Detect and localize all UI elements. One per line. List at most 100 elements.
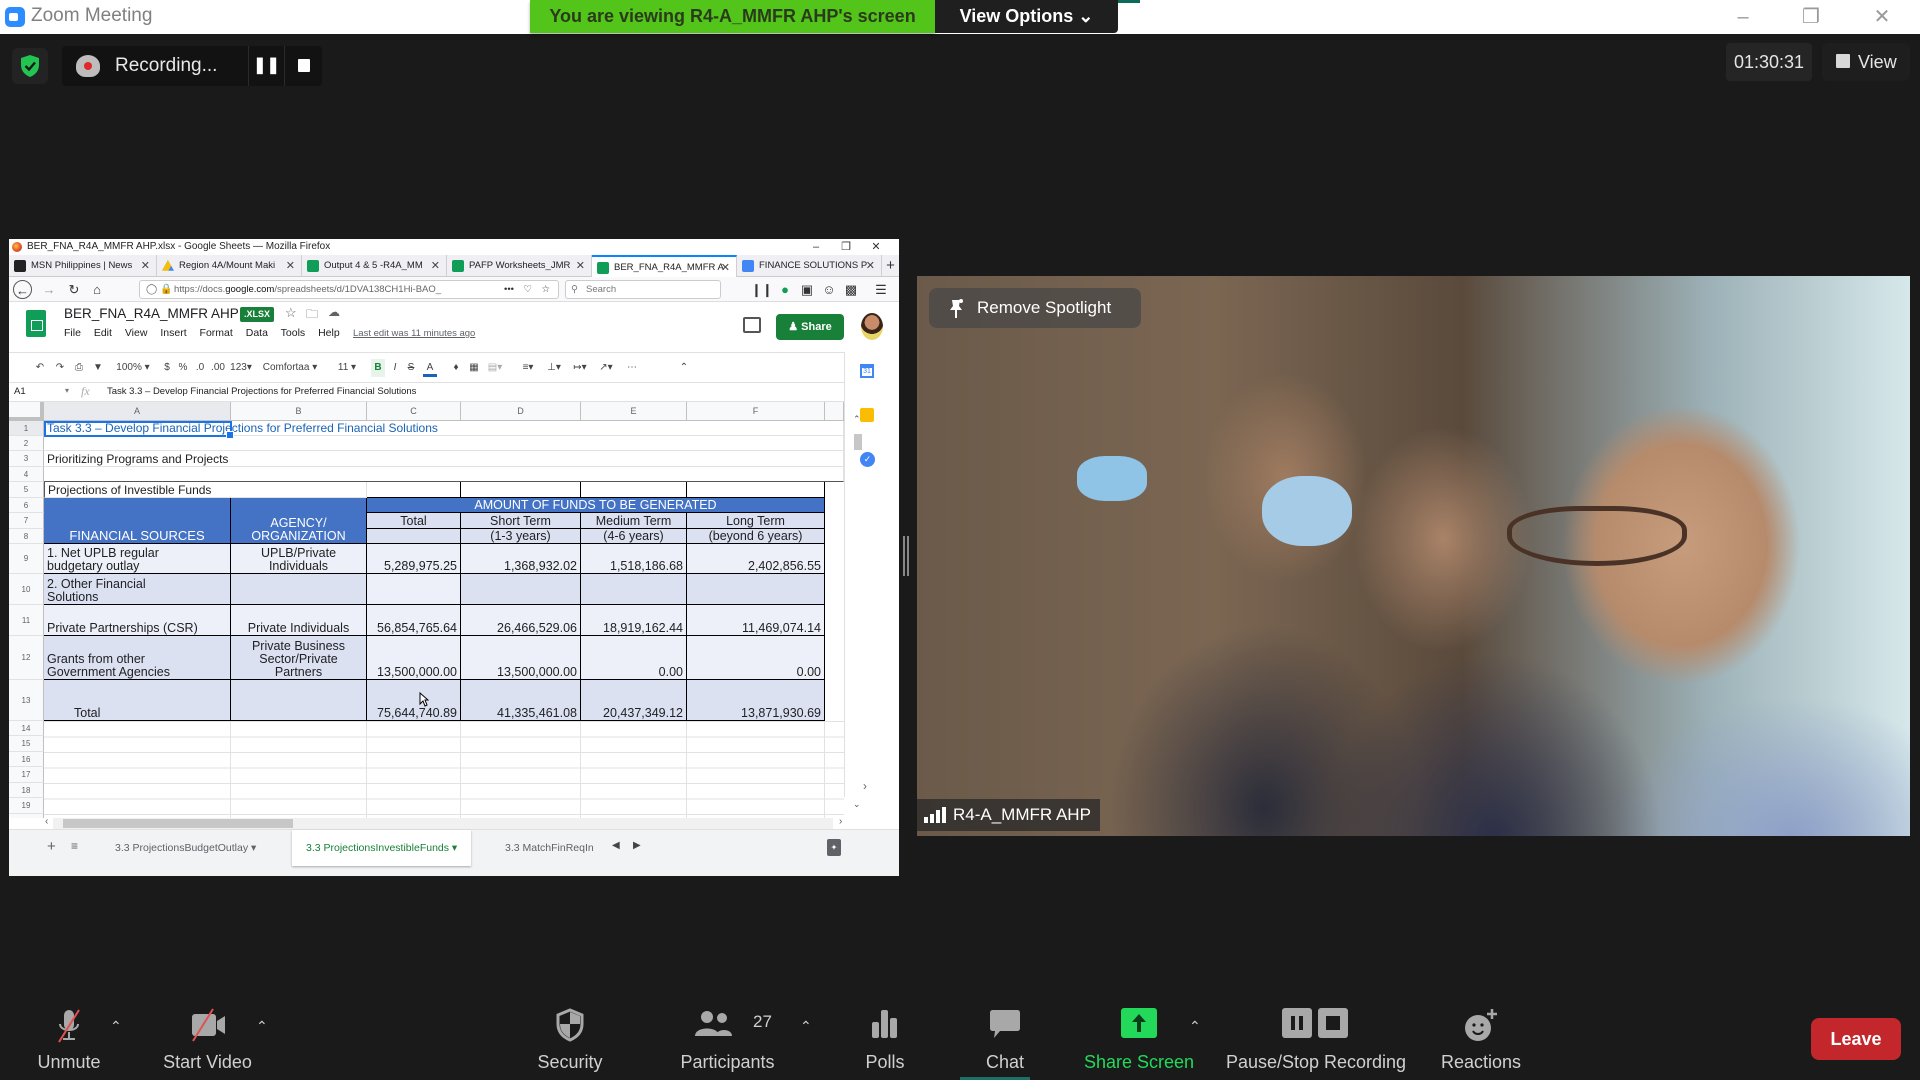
panel-resize-handle[interactable] (901, 536, 909, 576)
row-header[interactable]: 12 (9, 636, 44, 680)
comment-history-icon[interactable] (743, 317, 761, 333)
account-icon[interactable]: ☺ (819, 280, 839, 299)
minimize-button[interactable]: – (1723, 4, 1763, 30)
text-color-button[interactable]: A (423, 359, 437, 377)
screenshot-icon[interactable]: ▩ (841, 280, 861, 299)
table-row-agency[interactable]: Private Business Sector/Private Partners (231, 636, 367, 680)
hamburger-menu-icon[interactable]: ☰ (871, 280, 891, 299)
cell-row-2[interactable] (44, 436, 844, 451)
font-select[interactable]: Comfortaa ▾ (259, 359, 321, 377)
leave-meeting-button[interactable]: Leave (1811, 1018, 1901, 1060)
header-long-term[interactable]: Long Term (687, 513, 825, 529)
column-header-d[interactable]: D (461, 402, 581, 421)
more-options-icon[interactable]: ⋯ (625, 359, 639, 377)
column-header-a[interactable]: A (44, 402, 231, 421)
collapse-toolbar-icon[interactable]: ⌃ (677, 359, 691, 377)
extension-icon[interactable]: ● (775, 280, 795, 299)
total-row-total[interactable]: 75,644,740.89 (367, 680, 461, 721)
share-button[interactable]: ♟ Share (776, 314, 844, 340)
browser-tab[interactable]: PAFP Worksheets_JMR ✕ (447, 255, 592, 277)
row-header[interactable]: 8 (9, 529, 44, 544)
table-row-medium[interactable]: 0.00 (581, 636, 687, 680)
row-header[interactable]: 20 (9, 814, 44, 818)
table-row-agency[interactable]: UPLB/Private Individuals (231, 544, 367, 574)
row-header[interactable]: 2 (9, 436, 44, 451)
table-row-medium[interactable] (581, 574, 687, 605)
cell-c5[interactable] (367, 482, 461, 498)
add-sheet-button[interactable]: + (47, 838, 56, 855)
table-row-medium[interactable]: 18,919,162.44 (581, 605, 687, 636)
row-header[interactable]: 9 (9, 544, 44, 574)
sheet-tab[interactable]: 3.3 ProjectionsBudgetOutlay ▾ (101, 830, 270, 866)
bookmark-star-icon[interactable]: ☆ (541, 281, 550, 298)
home-button[interactable]: ⌂ (87, 280, 107, 299)
start-video-button[interactable]: Start Video (155, 990, 260, 1080)
show-side-panel-icon[interactable]: › (863, 779, 867, 793)
row-header[interactable]: 3 (9, 451, 44, 467)
row-header[interactable]: 11 (9, 605, 44, 636)
row-header[interactable]: 5 (9, 482, 44, 498)
pause-recording-button[interactable]: ❚❚ (248, 46, 284, 86)
table-row-source[interactable]: 2. Other Financial Solutions (44, 574, 231, 605)
row-header[interactable]: 13 (9, 680, 44, 721)
column-header-c[interactable]: C (367, 402, 461, 421)
menu-format[interactable]: Format (200, 327, 233, 339)
cell-a5[interactable]: Projections of Investible Funds (44, 482, 367, 498)
table-row-total[interactable]: 13,500,000.00 (367, 636, 461, 680)
table-row-source[interactable]: Grants from other Government Agencies (44, 636, 231, 680)
more-formats-select[interactable]: 123▾ (229, 359, 253, 377)
horizontal-scroll-thumb[interactable] (63, 819, 293, 828)
sheet-tab[interactable]: 3.3 MatchFinReqIn (491, 830, 611, 866)
empty-grid-area[interactable] (44, 721, 844, 818)
ff-restore-button[interactable]: ❐ (831, 239, 861, 255)
browser-tab[interactable]: Output 4 & 5 -R4A_MM ✕ (302, 255, 447, 277)
table-row-short[interactable]: 13,500,000.00 (461, 636, 581, 680)
move-folder-icon[interactable]: 🗀 (306, 305, 318, 326)
restore-button[interactable]: ❐ (1791, 4, 1831, 30)
formula-input[interactable]: Task 3.3 – Develop Financial Projections… (107, 386, 416, 397)
spreadsheet-grid[interactable]: A B C D E F 1 2 3 4 5 6 7 8 9 10 11 12 1… (9, 402, 844, 818)
table-row-medium[interactable]: 1,518,186.68 (581, 544, 687, 574)
keep-icon[interactable] (860, 408, 874, 422)
vertical-scroll-thumb[interactable] (854, 434, 862, 450)
name-box-dropdown-icon[interactable]: ▾ (65, 386, 69, 395)
view-layout-button[interactable]: View (1822, 43, 1910, 81)
column-header-g[interactable] (825, 402, 844, 421)
new-tab-button[interactable]: + (882, 255, 899, 277)
cell-a3[interactable]: Prioritizing Programs and Projects (44, 451, 844, 467)
scroll-right-icon[interactable]: › (839, 816, 842, 827)
column-header-e[interactable]: E (581, 402, 687, 421)
cell-row-4[interactable] (44, 467, 844, 482)
increase-decimal-icon[interactable]: .00 (210, 359, 226, 377)
view-options-button[interactable]: View Options ⌄ (935, 0, 1118, 33)
percent-format-icon[interactable]: % (177, 359, 189, 377)
table-row-short[interactable]: 26,466,529.06 (461, 605, 581, 636)
menu-insert[interactable]: Insert (160, 327, 186, 339)
header-total-sub[interactable] (367, 529, 461, 544)
header-medium-term-sub[interactable]: (4-6 years) (581, 529, 687, 544)
row-header[interactable]: 18 (9, 783, 44, 798)
browser-tab-active[interactable]: BER_FNA_R4A_MMFR A ✕ (592, 255, 737, 277)
redo-icon[interactable]: ↷ (53, 359, 67, 377)
ff-minimize-button[interactable]: – (801, 239, 831, 255)
explore-icon[interactable]: ✦ (827, 839, 841, 856)
vertical-align-icon[interactable]: ⊥▾ (543, 359, 565, 377)
row-header[interactable]: 16 (9, 752, 44, 767)
header-long-term-sub[interactable]: (beyond 6 years) (687, 529, 825, 544)
close-tab-icon[interactable]: ✕ (141, 255, 150, 277)
close-tab-icon[interactable]: ✕ (576, 255, 585, 277)
close-button[interactable]: ✕ (1862, 4, 1902, 30)
total-row-long[interactable]: 13,871,930.69 (687, 680, 825, 721)
calendar-icon[interactable]: 31 (860, 364, 874, 378)
close-tab-icon[interactable]: ✕ (431, 255, 440, 277)
select-all-corner[interactable] (9, 402, 44, 421)
cell-f5[interactable] (687, 482, 825, 498)
menu-tools[interactable]: Tools (281, 327, 306, 339)
header-short-term-sub[interactable]: (1-3 years) (461, 529, 581, 544)
scroll-tabs-right-icon[interactable]: ▶ (633, 840, 641, 851)
row-header[interactable]: 7 (9, 513, 44, 529)
close-tab-icon[interactable]: ✕ (866, 255, 875, 277)
shared-screen-firefox-window[interactable]: BER_FNA_R4A_MMFR AHP.xlsx - Google Sheet… (9, 239, 899, 876)
table-row-total[interactable] (367, 574, 461, 605)
pocket-icon[interactable]: ♡ (523, 281, 532, 298)
